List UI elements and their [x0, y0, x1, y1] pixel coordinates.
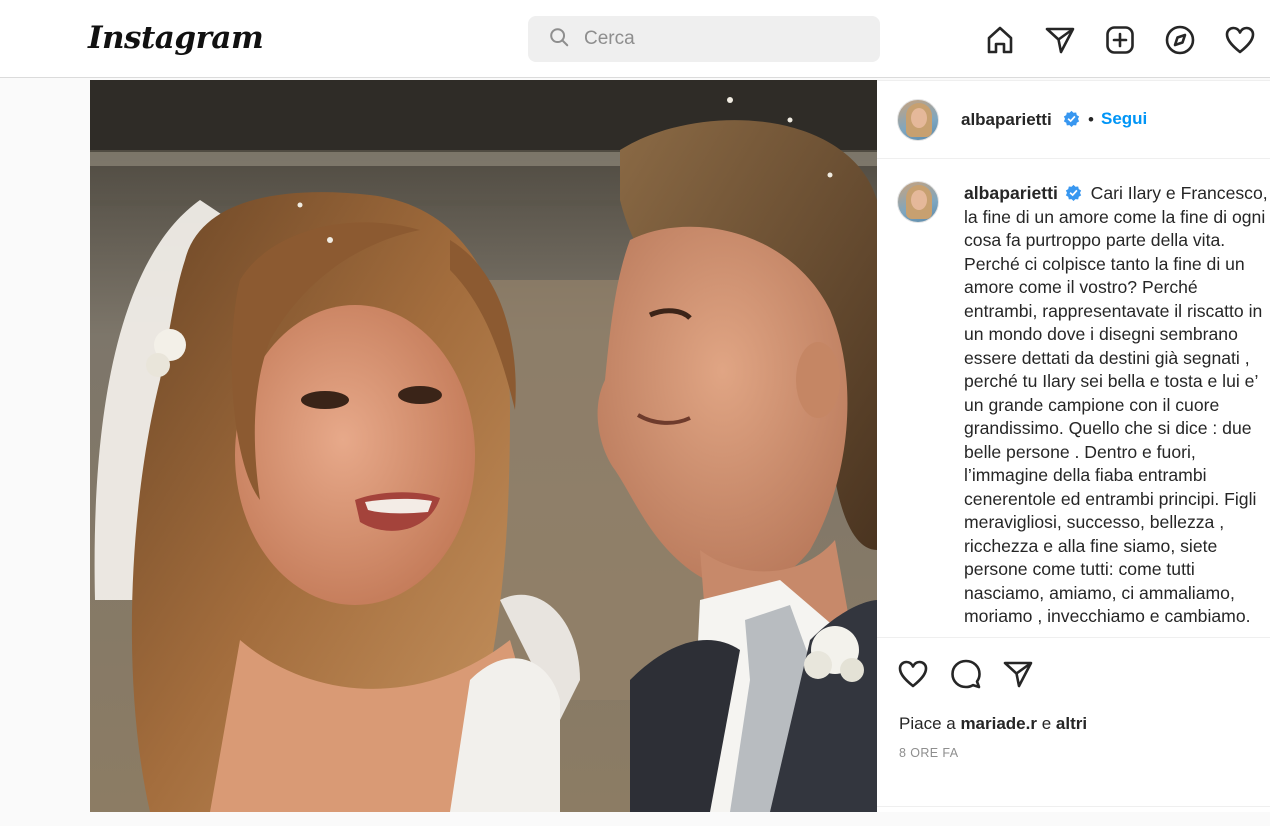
caption-author-username[interactable]: albaparietti [964, 183, 1058, 203]
nav-icons [980, 20, 1270, 60]
post-actions: Piace a mariade.r e altri 8 ORE FA [877, 637, 1270, 813]
liked-by-user[interactable]: mariade.r [960, 714, 1037, 733]
search-icon [548, 26, 570, 53]
post-timestamp[interactable]: 8 ORE FA [899, 746, 958, 760]
activity-heart-icon[interactable] [1220, 20, 1260, 60]
likes-conjunction: e [1041, 714, 1052, 733]
instagram-logo[interactable]: Instagram [88, 20, 264, 56]
post-sidebar: albaparietti • Segui albaparietti Cari I… [877, 80, 1270, 812]
separator-dot: • [1088, 110, 1094, 129]
verified-badge-icon [1065, 184, 1082, 201]
likes-prefix: Piace a [899, 714, 956, 733]
home-icon[interactable] [980, 20, 1020, 60]
author-username[interactable]: albaparietti [961, 110, 1052, 130]
direct-message-icon[interactable] [1040, 20, 1080, 60]
search-input[interactable] [584, 28, 864, 50]
search-box[interactable] [528, 16, 880, 62]
author-avatar[interactable] [897, 99, 939, 141]
post-header: albaparietti • Segui [877, 81, 1270, 159]
likes-others-link[interactable]: altri [1056, 714, 1087, 733]
add-comment-row[interactable] [877, 806, 1270, 826]
explore-icon[interactable] [1160, 20, 1200, 60]
follow-button[interactable]: Segui [1101, 109, 1147, 129]
share-icon[interactable] [1002, 658, 1034, 690]
comments-section[interactable]: albaparietti Cari Ilary e Francesco, la … [877, 160, 1270, 636]
like-heart-icon[interactable] [897, 658, 929, 690]
verified-badge-icon [1063, 110, 1080, 127]
caption-author-avatar[interactable] [897, 181, 939, 223]
post-caption: albaparietti Cari Ilary e Francesco, la … [964, 182, 1270, 629]
comment-icon[interactable] [950, 658, 982, 690]
new-post-icon[interactable] [1100, 20, 1140, 60]
caption-body: Cari Ilary e Francesco, la fine di un am… [964, 183, 1268, 626]
likes-summary: Piace a mariade.r e altri [899, 714, 1087, 734]
top-navigation-bar: Instagram [0, 0, 1270, 78]
post-image[interactable] [90, 80, 877, 812]
